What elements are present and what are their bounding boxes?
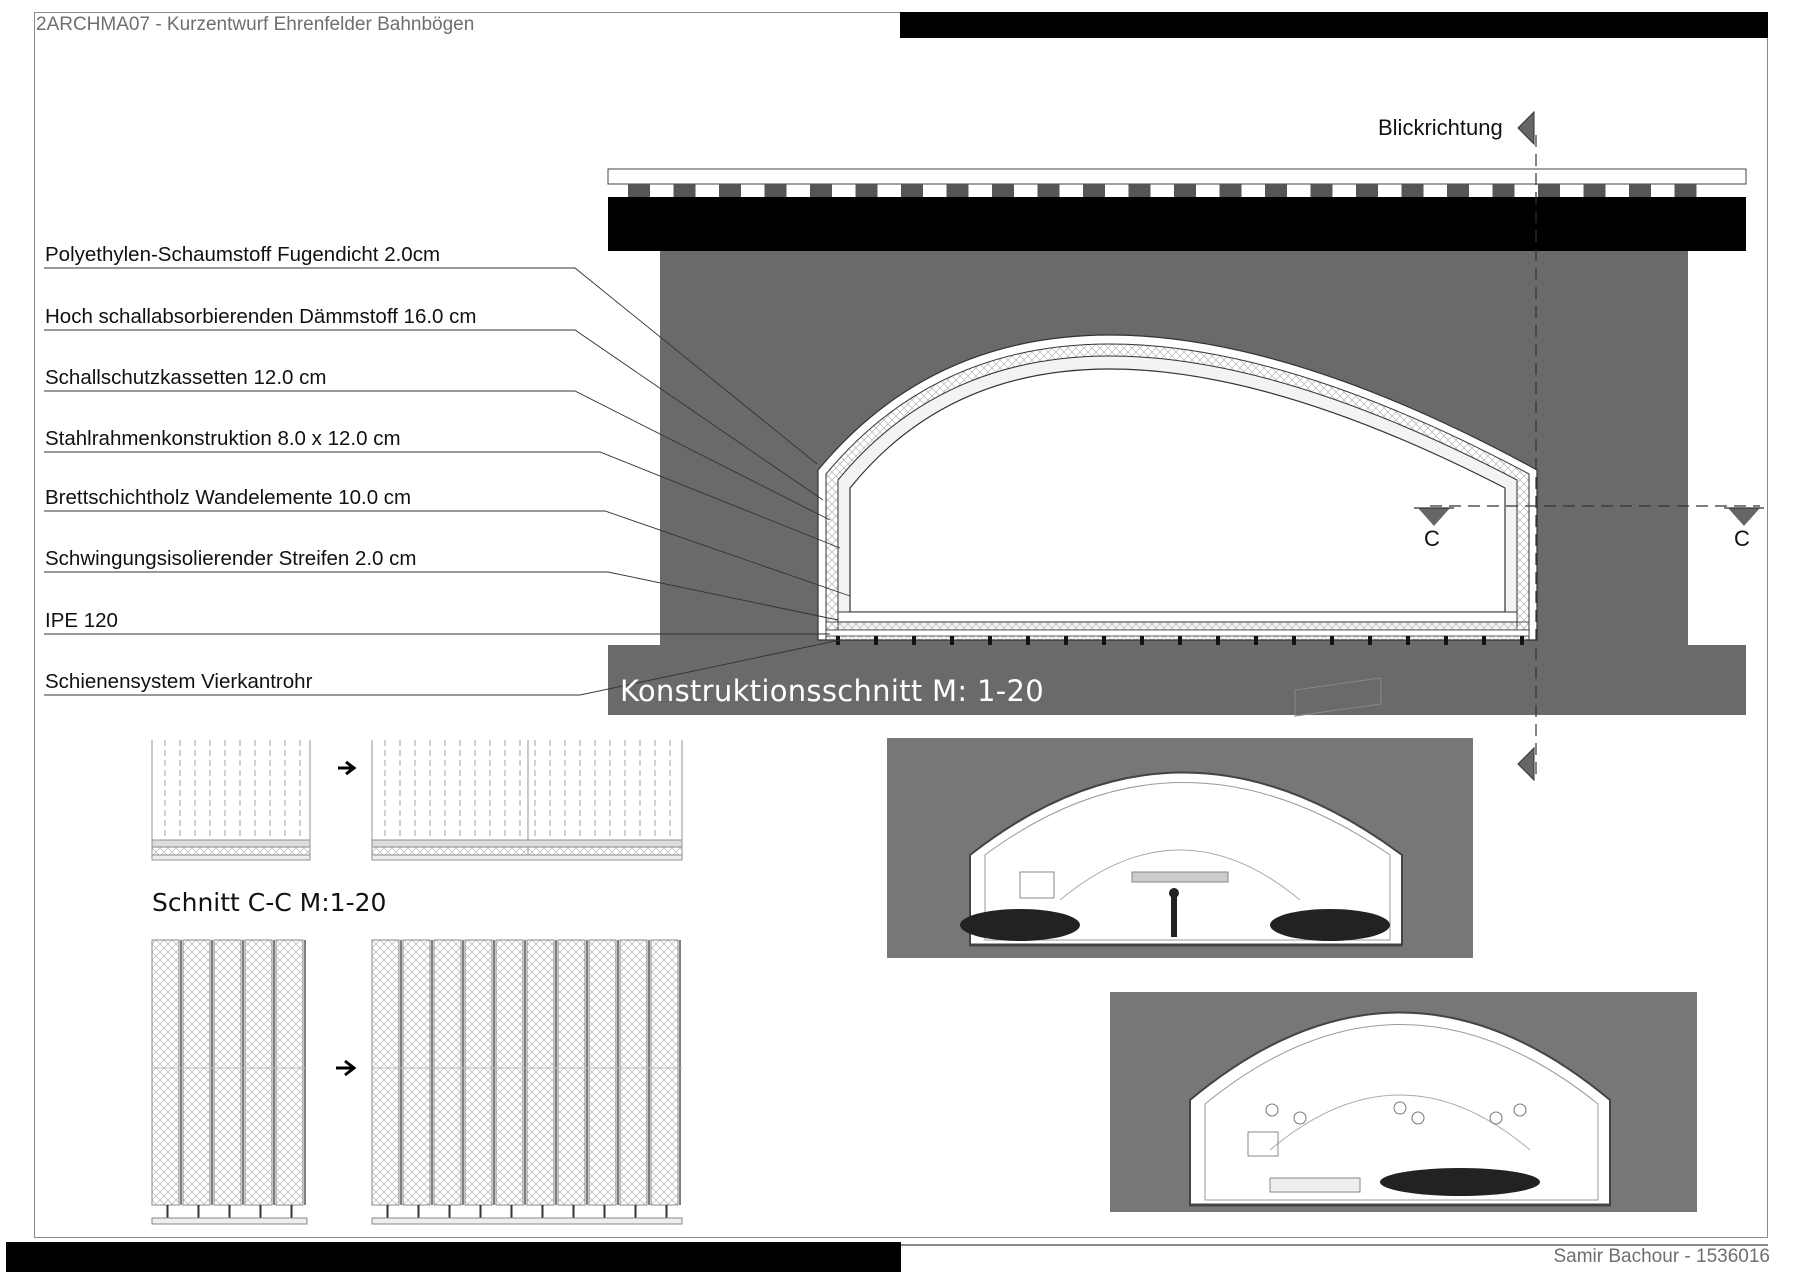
floor-post [912, 636, 916, 645]
wall-panel [650, 939, 679, 1206]
wall-panel [495, 939, 524, 1206]
sleeper [1492, 184, 1515, 197]
rail-band [607, 168, 1747, 185]
section-title: Konstruktionsschnitt M: 1-20 [620, 674, 1044, 708]
cut-label-right: C [1734, 526, 1750, 551]
render-lecture-hall [887, 677, 1473, 958]
arrow-right-top [338, 760, 357, 776]
view-arrow-bottom [1517, 746, 1535, 782]
floor-base [825, 629, 1530, 637]
wall-panel [619, 939, 648, 1206]
wall-panel [371, 939, 400, 1206]
floor-post [1520, 636, 1524, 645]
sleeper [1447, 184, 1469, 197]
render-stage-hall [1110, 992, 1697, 1212]
view-direction-label: Blickrichtung [1378, 115, 1503, 140]
floor-post [1026, 636, 1030, 645]
callout-rail-system: Schienensystem Vierkantrohr [45, 670, 313, 693]
sleeper [1037, 184, 1060, 197]
wall-panel [151, 939, 180, 1206]
wall-panel [275, 939, 304, 1206]
floor-post [1216, 636, 1220, 645]
sleeper [719, 184, 741, 197]
floor-insulation [825, 621, 1530, 631]
sleeper [1583, 184, 1606, 197]
detail-title: Schnitt C-C M:1-20 [152, 888, 387, 917]
callout-insulation: Hoch schallabsorbierenden Dämmstoff 16.0… [45, 305, 477, 328]
detail-top-right [371, 740, 683, 861]
sleeper [1674, 184, 1697, 197]
floor-post [1254, 636, 1258, 645]
sleeper [1310, 184, 1333, 197]
arrow-right-bottom [336, 1059, 357, 1077]
sleeper [1538, 184, 1560, 197]
wall-panel [182, 939, 211, 1206]
sleeper [1174, 184, 1196, 197]
sleeper [1401, 184, 1424, 197]
callout-cassettes: Schallschutzkassetten 12.0 cm [45, 366, 327, 389]
top-slab [608, 197, 1746, 251]
wall-panel [588, 939, 617, 1206]
sleeper [1083, 184, 1105, 197]
floor-post [1330, 636, 1334, 645]
sleeper [1356, 184, 1378, 197]
sleeper [946, 184, 969, 197]
sleeper [901, 184, 923, 197]
floor-post [1102, 636, 1106, 645]
sleeper [764, 184, 787, 197]
floor-layer [837, 611, 1518, 623]
floor-post [1406, 636, 1410, 645]
sleeper [673, 184, 696, 197]
detail-top-left [151, 740, 311, 861]
wall-panel [213, 939, 242, 1206]
cut-marker-right [1728, 508, 1760, 526]
sleeper [1219, 184, 1242, 197]
sleeper [810, 184, 832, 197]
callout-isolation-strip: Schwingungsisolierender Streifen 2.0 cm [45, 547, 417, 570]
cut-label-left: C [1424, 526, 1440, 551]
callout-timber-walls: Brettschichtholz Wandelemente 10.0 cm [45, 486, 412, 509]
floor-post [988, 636, 992, 645]
floor-post [874, 636, 878, 645]
wall-panel [464, 939, 493, 1206]
construction-drawing [44, 110, 1764, 1225]
floor-post [1292, 636, 1296, 645]
floor-post [1178, 636, 1182, 645]
wall-panel [557, 939, 586, 1206]
floor-post [1444, 636, 1448, 645]
wall-panel [526, 939, 555, 1206]
wall-panel [244, 939, 273, 1206]
panel-base [151, 1217, 308, 1225]
callout-steel-frame: Stahlrahmenkonstruktion 8.0 x 12.0 cm [45, 427, 401, 450]
panel-base [371, 1217, 683, 1225]
floor-post [1140, 636, 1144, 645]
floor-post [950, 636, 954, 645]
floor-post [1368, 636, 1372, 645]
floor-post [1064, 636, 1068, 645]
sleeper [1629, 184, 1651, 197]
view-arrow-top [1517, 110, 1535, 146]
sleeper [1128, 184, 1151, 197]
callout-polyethylene: Polyethylen-Schaumstoff Fugendicht 2.0cm [45, 243, 441, 266]
sleeper [628, 184, 650, 197]
callout-ipe: IPE 120 [45, 609, 118, 632]
sleeper [1265, 184, 1287, 197]
wall-panel [402, 939, 431, 1206]
wall-panel [433, 939, 462, 1206]
detail-bottom-left [151, 939, 308, 1225]
sleeper [855, 184, 878, 197]
detail-bottom-right [371, 939, 683, 1225]
sleeper [992, 184, 1014, 197]
floor-post [1482, 636, 1486, 645]
